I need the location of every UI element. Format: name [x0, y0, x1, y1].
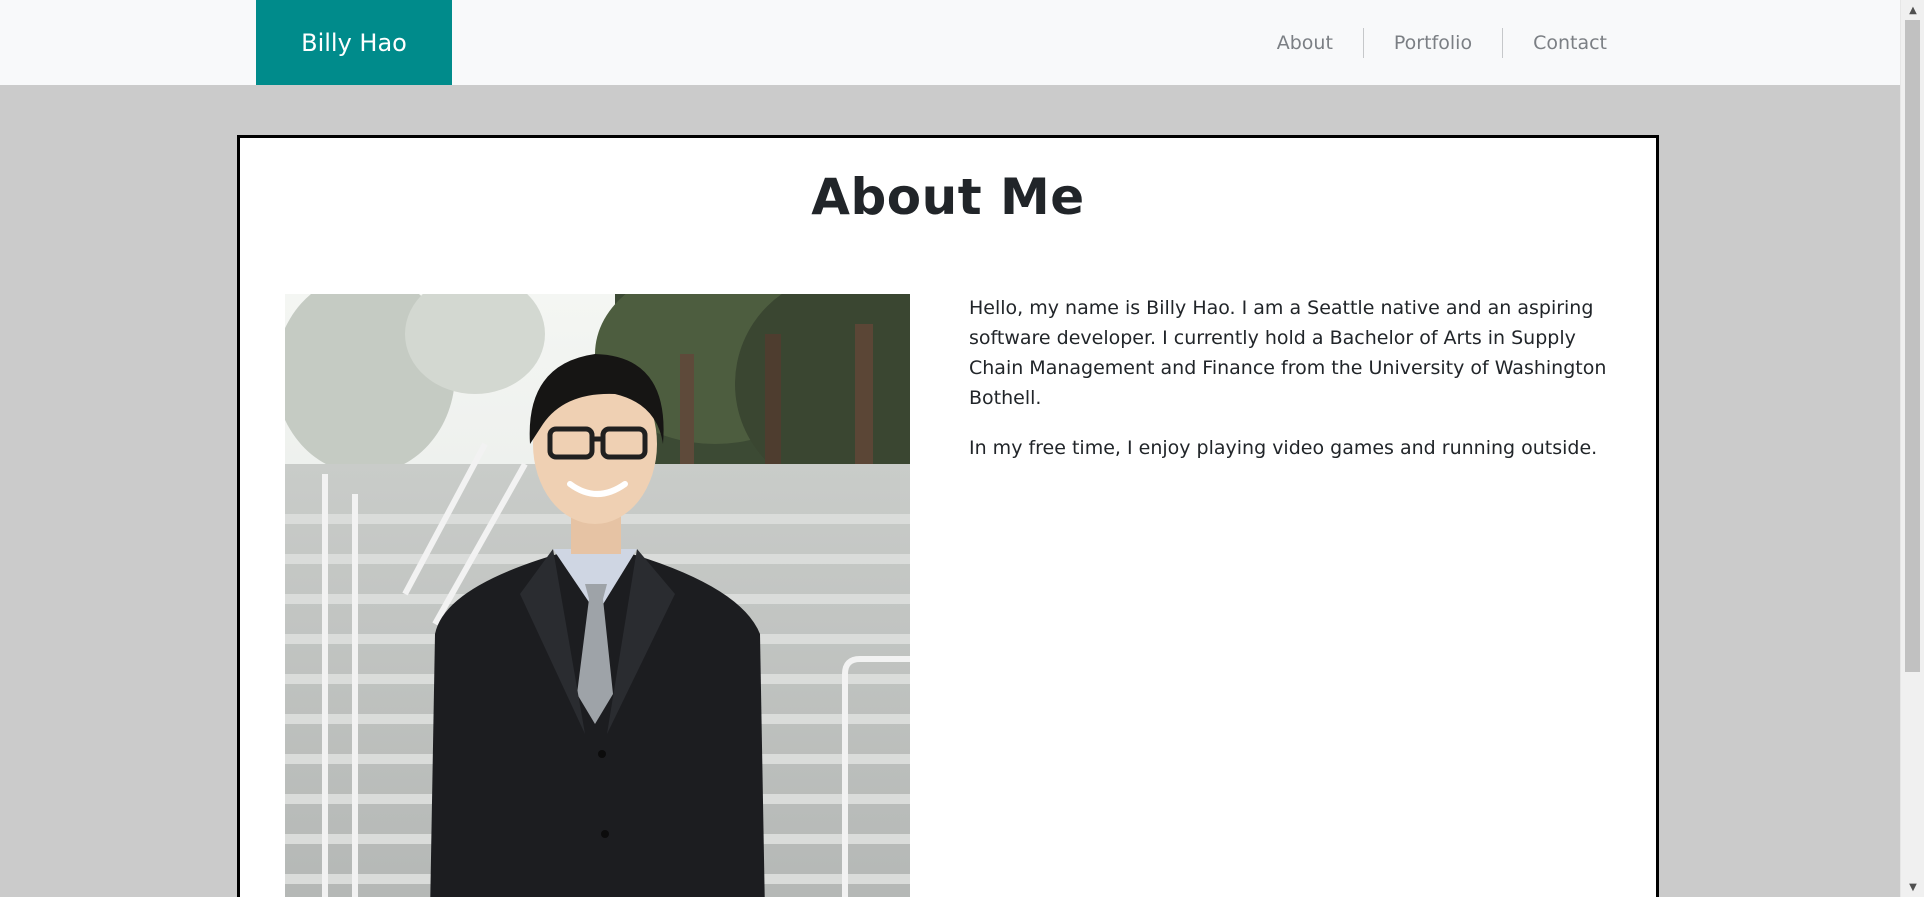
nav-links: About Portfolio Contact — [1247, 0, 1617, 85]
bio-paragraph-hobbies: In my free time, I enjoy playing video g… — [969, 437, 1598, 459]
nav-link-about[interactable]: About — [1247, 28, 1363, 58]
profile-photo — [285, 294, 910, 897]
about-card: About Me Hello, my name is Billy Hao. I … — [237, 135, 1659, 897]
scroll-up-arrow-icon[interactable]: ▲ — [1901, 0, 1924, 20]
vertical-scrollbar[interactable]: ▲ ▼ — [1900, 0, 1924, 897]
navbar: Billy Hao About Portfolio Contact — [0, 0, 1900, 85]
scroll-down-arrow-icon[interactable]: ▼ — [1901, 877, 1924, 897]
brand-logo-link[interactable]: Billy Hao — [256, 0, 452, 85]
nav-link-contact[interactable]: Contact — [1502, 27, 1617, 58]
bio-paragraph-intro: Hello, my name is Billy Hao. I am a Seat… — [969, 297, 1607, 409]
nav-link-portfolio[interactable]: Portfolio — [1362, 27, 1502, 58]
page-title: About Me — [811, 168, 1085, 226]
scroll-thumb[interactable] — [1905, 20, 1920, 672]
bio-text: Hello, my name is Billy Hao. I am a Seat… — [969, 293, 1634, 483]
